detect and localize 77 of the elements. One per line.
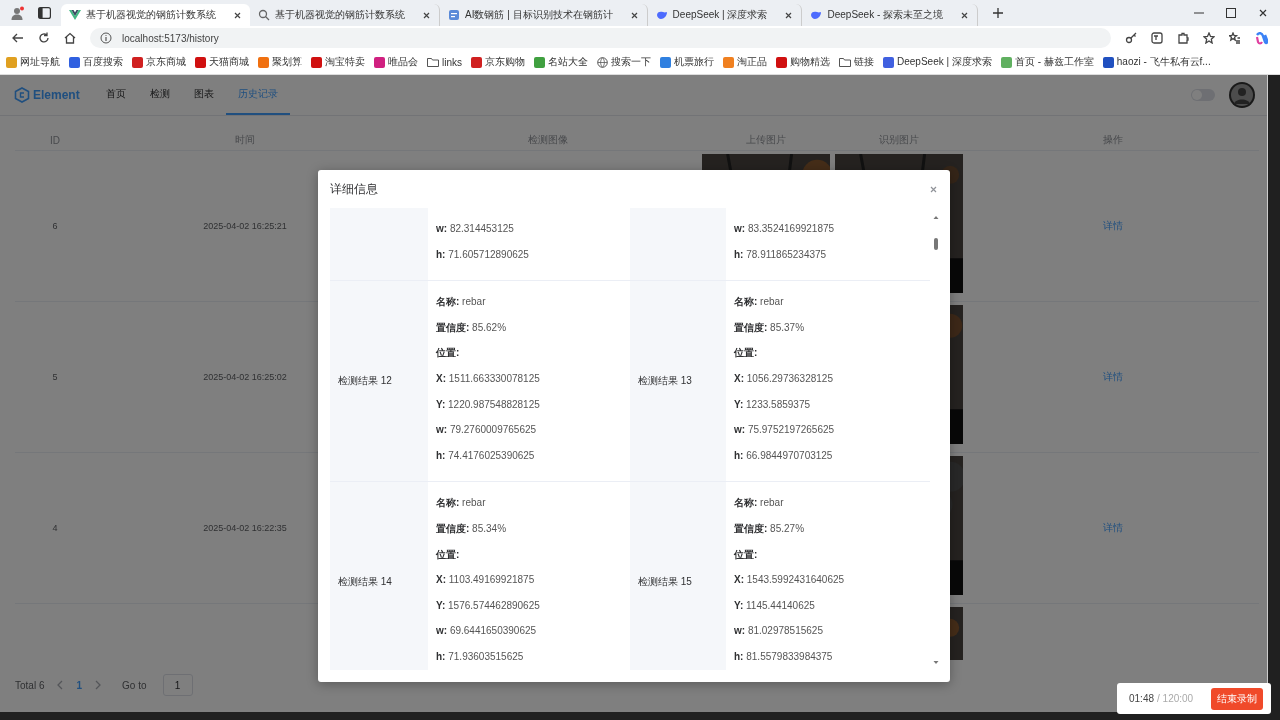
bookmark[interactable]: 淘宝特卖: [311, 55, 365, 69]
detail-line: 位置:: [436, 346, 461, 361]
detail-line: 位置:: [734, 547, 759, 562]
table-cell: 2025-04-02 16:25:21: [203, 221, 287, 231]
bookmark[interactable]: links: [427, 56, 462, 68]
bookmark[interactable]: 天猫商城: [195, 55, 249, 69]
bookmark[interactable]: DeepSeek | 深度求索: [883, 55, 992, 69]
browser-tab[interactable]: DeepSeek | 深度求索: [647, 4, 803, 26]
bookmark[interactable]: 网址导航: [6, 55, 60, 69]
detail-line: h: 81.5579833984375: [734, 649, 834, 664]
detail-line: 位置:: [734, 346, 759, 361]
page-input[interactable]: 1: [162, 674, 193, 696]
browser-tab[interactable]: DeepSeek - 探索未至之境: [802, 4, 979, 26]
detail-line: 名称: rebar: [734, 496, 785, 511]
detail-line: 名称: rebar: [436, 295, 487, 310]
result-label: 检测结果 12: [330, 281, 428, 482]
detail-line: X: 1056.29736328125: [734, 371, 834, 386]
detail-line: 置信度: 85.34%: [436, 521, 508, 536]
browser-tab[interactable]: 基于机器视觉的钢筋计数系统: [250, 4, 440, 26]
detail-line: Y: 1233.5859375: [734, 397, 811, 412]
detail-line: X: 1511.663330078125: [436, 371, 541, 386]
table-cell: 4: [52, 523, 58, 533]
bookmark[interactable]: 淘正品: [723, 55, 767, 69]
detail-line: h: 78.911865234375: [734, 247, 828, 262]
detail-line: w: 83.3524169921875: [734, 222, 836, 236]
table-cell: 2025-04-02 16:22:35: [203, 523, 287, 533]
result-label: 检测结果 13: [630, 281, 726, 482]
bookmark[interactable]: 名站大全: [534, 55, 588, 69]
nav-tab[interactable]: 图表: [181, 75, 226, 115]
bookmark[interactable]: 京东购物: [471, 55, 525, 69]
detail-line: 置信度: 85.62%: [436, 320, 508, 335]
goto-label: Go to: [122, 679, 147, 691]
address-field[interactable]: localhost:5173/history: [90, 28, 1111, 48]
bookmark[interactable]: 机票旅行: [660, 55, 714, 69]
result-label: 检测结果 14: [330, 482, 428, 670]
bookmark[interactable]: 链接: [839, 55, 874, 69]
elapsed-time: 01:48: [1129, 693, 1155, 704]
detail-line: w: 75.9752197265625: [734, 423, 836, 438]
total-count: Total 6: [15, 679, 45, 691]
dialog-title: 详细信息: [330, 180, 378, 198]
detail-line: w: 81.02978515625: [734, 624, 824, 639]
nav-tab[interactable]: 首页: [93, 75, 138, 115]
detail-line: X: 1103.49169921875: [436, 573, 536, 588]
detail-line: Y: 1576.574462890625: [436, 598, 541, 613]
detail-line: 名称: rebar: [436, 496, 487, 511]
detail-line: 名称: rebar: [734, 295, 785, 310]
detail-line: 置信度: 85.37%: [734, 320, 806, 335]
table-cell: 5: [52, 372, 58, 382]
detail-line: w: 69.6441650390625: [436, 624, 538, 639]
detail-line: 位置:: [436, 547, 461, 562]
bookmark[interactable]: 唯品会: [374, 55, 418, 69]
table-cell: 2025-04-02 16:25:02: [203, 372, 287, 382]
nav-tab[interactable]: 检测: [137, 75, 182, 115]
detail-line: h: 71.93603515625: [436, 649, 525, 664]
browser-tab[interactable]: 基于机器视觉的钢筋计数系统: [61, 4, 250, 26]
detail-line: h: 74.4176025390625: [436, 448, 536, 463]
logo-text: Element: [33, 88, 80, 102]
bookmark[interactable]: haozi - 飞牛私有云f...: [1102, 55, 1211, 69]
bookmark[interactable]: 京东商城: [132, 55, 186, 69]
detail-line: 置信度: 85.27%: [734, 521, 806, 536]
detail-line: h: 71.605712890625: [436, 247, 530, 262]
browser-tab[interactable]: AI数钢筋 | 目标识别技术在钢筋计: [440, 4, 648, 26]
bookmark[interactable]: 百度搜索: [69, 55, 123, 69]
stop-recording-button[interactable]: 结束录制: [1211, 687, 1263, 710]
bookmark[interactable]: 聚划算: [258, 55, 302, 69]
detail-line: X: 1543.5992431640625: [734, 573, 846, 588]
table-cell: 6: [52, 221, 58, 231]
bookmark[interactable]: 购物精选: [776, 55, 830, 69]
time-limit: / 120:00: [1157, 693, 1194, 704]
detail-line: h: 66.9844970703125: [734, 448, 834, 463]
bookmark[interactable]: 首页 - 赫兹工作室: [1000, 55, 1094, 69]
detail-line: w: 79.2760009765625: [436, 423, 538, 438]
detail-line: w: 82.314453125: [436, 222, 515, 236]
bookmark[interactable]: 搜索一下: [597, 55, 651, 69]
detail-line: Y: 1220.987548828125: [436, 397, 541, 412]
result-label: 检测结果 15: [630, 482, 726, 670]
detail-line: Y: 1145.44140625: [734, 598, 816, 613]
